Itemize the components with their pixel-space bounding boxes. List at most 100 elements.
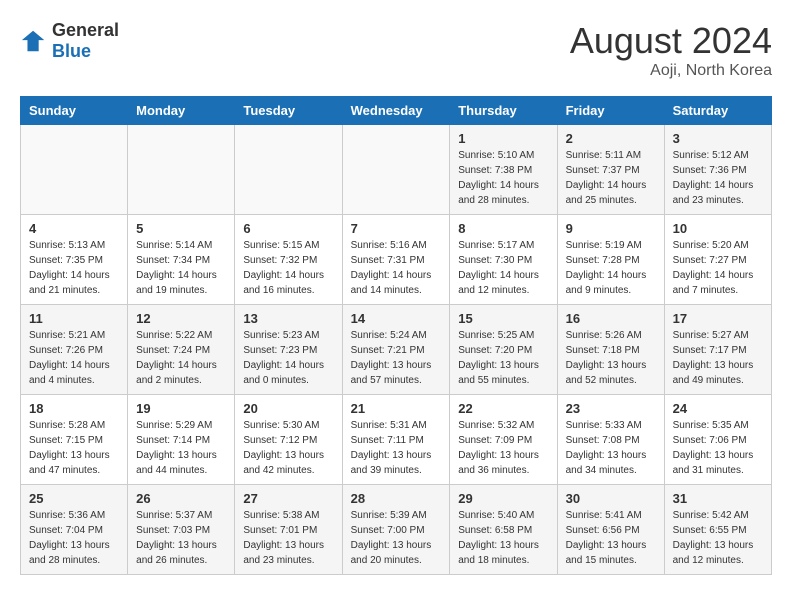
day-number: 3 bbox=[673, 131, 763, 146]
calendar-cell: 5 Sunrise: 5:14 AM Sunset: 7:34 PM Daylig… bbox=[128, 215, 235, 305]
calendar-cell: 23 Sunrise: 5:33 AM Sunset: 7:08 PM Dayli… bbox=[557, 395, 664, 485]
calendar-cell: 30 Sunrise: 5:41 AM Sunset: 6:56 PM Dayli… bbox=[557, 485, 664, 575]
calendar-week-row: 11 Sunrise: 5:21 AM Sunset: 7:26 PM Dayli… bbox=[21, 305, 772, 395]
calendar-cell: 26 Sunrise: 5:37 AM Sunset: 7:03 PM Dayli… bbox=[128, 485, 235, 575]
day-info: Sunrise: 5:40 AM Sunset: 6:58 PM Dayligh… bbox=[458, 508, 548, 568]
day-number: 6 bbox=[243, 221, 333, 236]
day-info: Sunrise: 5:41 AM Sunset: 6:56 PM Dayligh… bbox=[566, 508, 656, 568]
day-number: 2 bbox=[566, 131, 656, 146]
day-number: 29 bbox=[458, 491, 548, 506]
day-number: 5 bbox=[136, 221, 226, 236]
calendar-week-row: 1 Sunrise: 5:10 AM Sunset: 7:38 PM Daylig… bbox=[21, 125, 772, 215]
day-info: Sunrise: 5:36 AM Sunset: 7:04 PM Dayligh… bbox=[29, 508, 119, 568]
day-info: Sunrise: 5:15 AM Sunset: 7:32 PM Dayligh… bbox=[243, 238, 333, 298]
day-number: 9 bbox=[566, 221, 656, 236]
calendar-week-row: 4 Sunrise: 5:13 AM Sunset: 7:35 PM Daylig… bbox=[21, 215, 772, 305]
location-subtitle: Aoji, North Korea bbox=[570, 62, 772, 80]
calendar-cell: 28 Sunrise: 5:39 AM Sunset: 7:00 PM Dayli… bbox=[342, 485, 450, 575]
day-number: 17 bbox=[673, 311, 763, 326]
day-info: Sunrise: 5:28 AM Sunset: 7:15 PM Dayligh… bbox=[29, 418, 119, 478]
day-info: Sunrise: 5:20 AM Sunset: 7:27 PM Dayligh… bbox=[673, 238, 763, 298]
calendar-cell: 20Sunrise: 5:30 AM Sunset: 7:12 PM Dayli… bbox=[235, 395, 342, 485]
day-info: Sunrise: 5:19 AM Sunset: 7:28 PM Dayligh… bbox=[566, 238, 656, 298]
day-number: 4 bbox=[29, 221, 119, 236]
day-number: 18 bbox=[29, 401, 119, 416]
day-number: 1 bbox=[458, 131, 548, 146]
weekday-header-sunday: Sunday bbox=[21, 97, 128, 125]
day-number: 11 bbox=[29, 311, 119, 326]
calendar-cell bbox=[342, 125, 450, 215]
day-info: Sunrise: 5:29 AM Sunset: 7:14 PM Dayligh… bbox=[136, 418, 226, 478]
day-number: 8 bbox=[458, 221, 548, 236]
calendar-cell bbox=[128, 125, 235, 215]
calendar-cell bbox=[21, 125, 128, 215]
day-number: 27 bbox=[243, 491, 333, 506]
day-info: Sunrise: 5:35 AM Sunset: 7:06 PM Dayligh… bbox=[673, 418, 763, 478]
day-number: 19 bbox=[136, 401, 226, 416]
logo-icon bbox=[20, 27, 48, 55]
title-section: August 2024 Aoji, North Korea bbox=[570, 20, 772, 80]
calendar-week-row: 18 Sunrise: 5:28 AM Sunset: 7:15 PM Dayli… bbox=[21, 395, 772, 485]
calendar-cell: 6 Sunrise: 5:15 AM Sunset: 7:32 PM Daylig… bbox=[235, 215, 342, 305]
day-info: Sunrise: 5:25 AM Sunset: 7:20 PM Dayligh… bbox=[458, 328, 548, 388]
calendar-cell: 14 Sunrise: 5:24 AM Sunset: 7:21 PM Dayli… bbox=[342, 305, 450, 395]
weekday-header-wednesday: Wednesday bbox=[342, 97, 450, 125]
day-info: Sunrise: 5:27 AM Sunset: 7:17 PM Dayligh… bbox=[673, 328, 763, 388]
page-header: General Blue August 2024 Aoji, North Kor… bbox=[20, 20, 772, 80]
calendar-cell: 21Sunrise: 5:31 AM Sunset: 7:11 PM Dayli… bbox=[342, 395, 450, 485]
day-info: Sunrise: 5:37 AM Sunset: 7:03 PM Dayligh… bbox=[136, 508, 226, 568]
calendar-cell: 24 Sunrise: 5:35 AM Sunset: 7:06 PM Dayli… bbox=[664, 395, 771, 485]
day-info: Sunrise: 5:14 AM Sunset: 7:34 PM Dayligh… bbox=[136, 238, 226, 298]
calendar-cell: 31 Sunrise: 5:42 AM Sunset: 6:55 PM Dayli… bbox=[664, 485, 771, 575]
calendar-cell: 7 Sunrise: 5:16 AM Sunset: 7:31 PM Daylig… bbox=[342, 215, 450, 305]
calendar-cell: 11 Sunrise: 5:21 AM Sunset: 7:26 PM Dayli… bbox=[21, 305, 128, 395]
day-info: Sunrise: 5:22 AM Sunset: 7:24 PM Dayligh… bbox=[136, 328, 226, 388]
weekday-header-tuesday: Tuesday bbox=[235, 97, 342, 125]
calendar-cell: 22Sunrise: 5:32 AM Sunset: 7:09 PM Dayli… bbox=[450, 395, 557, 485]
day-number: 24 bbox=[673, 401, 763, 416]
day-number: 14 bbox=[351, 311, 442, 326]
calendar-cell: 17 Sunrise: 5:27 AM Sunset: 7:17 PM Dayli… bbox=[664, 305, 771, 395]
day-info: Sunrise: 5:39 AM Sunset: 7:00 PM Dayligh… bbox=[351, 508, 442, 568]
weekday-header-row: SundayMondayTuesdayWednesdayThursdayFrid… bbox=[21, 97, 772, 125]
day-info: Sunrise: 5:10 AM Sunset: 7:38 PM Dayligh… bbox=[458, 148, 548, 208]
calendar-cell: 18 Sunrise: 5:28 AM Sunset: 7:15 PM Dayli… bbox=[21, 395, 128, 485]
day-info: Sunrise: 5:26 AM Sunset: 7:18 PM Dayligh… bbox=[566, 328, 656, 388]
logo-blue: Blue bbox=[52, 41, 91, 61]
calendar-cell: 13 Sunrise: 5:23 AM Sunset: 7:23 PM Dayli… bbox=[235, 305, 342, 395]
month-year-title: August 2024 bbox=[570, 20, 772, 62]
day-info: Sunrise: 5:33 AM Sunset: 7:08 PM Dayligh… bbox=[566, 418, 656, 478]
weekday-header-friday: Friday bbox=[557, 97, 664, 125]
day-info: Sunrise: 5:16 AM Sunset: 7:31 PM Dayligh… bbox=[351, 238, 442, 298]
day-number: 22 bbox=[458, 401, 548, 416]
logo: General Blue bbox=[20, 20, 119, 62]
day-number: 7 bbox=[351, 221, 442, 236]
calendar-cell: 10 Sunrise: 5:20 AM Sunset: 7:27 PM Dayli… bbox=[664, 215, 771, 305]
day-info: Sunrise: 5:21 AM Sunset: 7:26 PM Dayligh… bbox=[29, 328, 119, 388]
calendar-cell: 16 Sunrise: 5:26 AM Sunset: 7:18 PM Dayli… bbox=[557, 305, 664, 395]
day-number: 10 bbox=[673, 221, 763, 236]
calendar-cell: 27 Sunrise: 5:38 AM Sunset: 7:01 PM Dayli… bbox=[235, 485, 342, 575]
calendar-cell: 3Sunrise: 5:12 AM Sunset: 7:36 PM Daylig… bbox=[664, 125, 771, 215]
weekday-header-monday: Monday bbox=[128, 97, 235, 125]
weekday-header-saturday: Saturday bbox=[664, 97, 771, 125]
day-info: Sunrise: 5:38 AM Sunset: 7:01 PM Dayligh… bbox=[243, 508, 333, 568]
day-number: 30 bbox=[566, 491, 656, 506]
day-number: 16 bbox=[566, 311, 656, 326]
day-number: 12 bbox=[136, 311, 226, 326]
day-number: 13 bbox=[243, 311, 333, 326]
day-number: 23 bbox=[566, 401, 656, 416]
calendar-cell: 2 Sunrise: 5:11 AM Sunset: 7:37 PM Daylig… bbox=[557, 125, 664, 215]
day-info: Sunrise: 5:13 AM Sunset: 7:35 PM Dayligh… bbox=[29, 238, 119, 298]
weekday-header-thursday: Thursday bbox=[450, 97, 557, 125]
day-info: Sunrise: 5:23 AM Sunset: 7:23 PM Dayligh… bbox=[243, 328, 333, 388]
day-info: Sunrise: 5:24 AM Sunset: 7:21 PM Dayligh… bbox=[351, 328, 442, 388]
day-info: Sunrise: 5:30 AM Sunset: 7:12 PM Dayligh… bbox=[243, 418, 333, 478]
day-number: 31 bbox=[673, 491, 763, 506]
day-number: 28 bbox=[351, 491, 442, 506]
calendar-cell: 12 Sunrise: 5:22 AM Sunset: 7:24 PM Dayli… bbox=[128, 305, 235, 395]
day-number: 26 bbox=[136, 491, 226, 506]
calendar-cell: 4 Sunrise: 5:13 AM Sunset: 7:35 PM Daylig… bbox=[21, 215, 128, 305]
day-info: Sunrise: 5:42 AM Sunset: 6:55 PM Dayligh… bbox=[673, 508, 763, 568]
day-info: Sunrise: 5:11 AM Sunset: 7:37 PM Dayligh… bbox=[566, 148, 656, 208]
